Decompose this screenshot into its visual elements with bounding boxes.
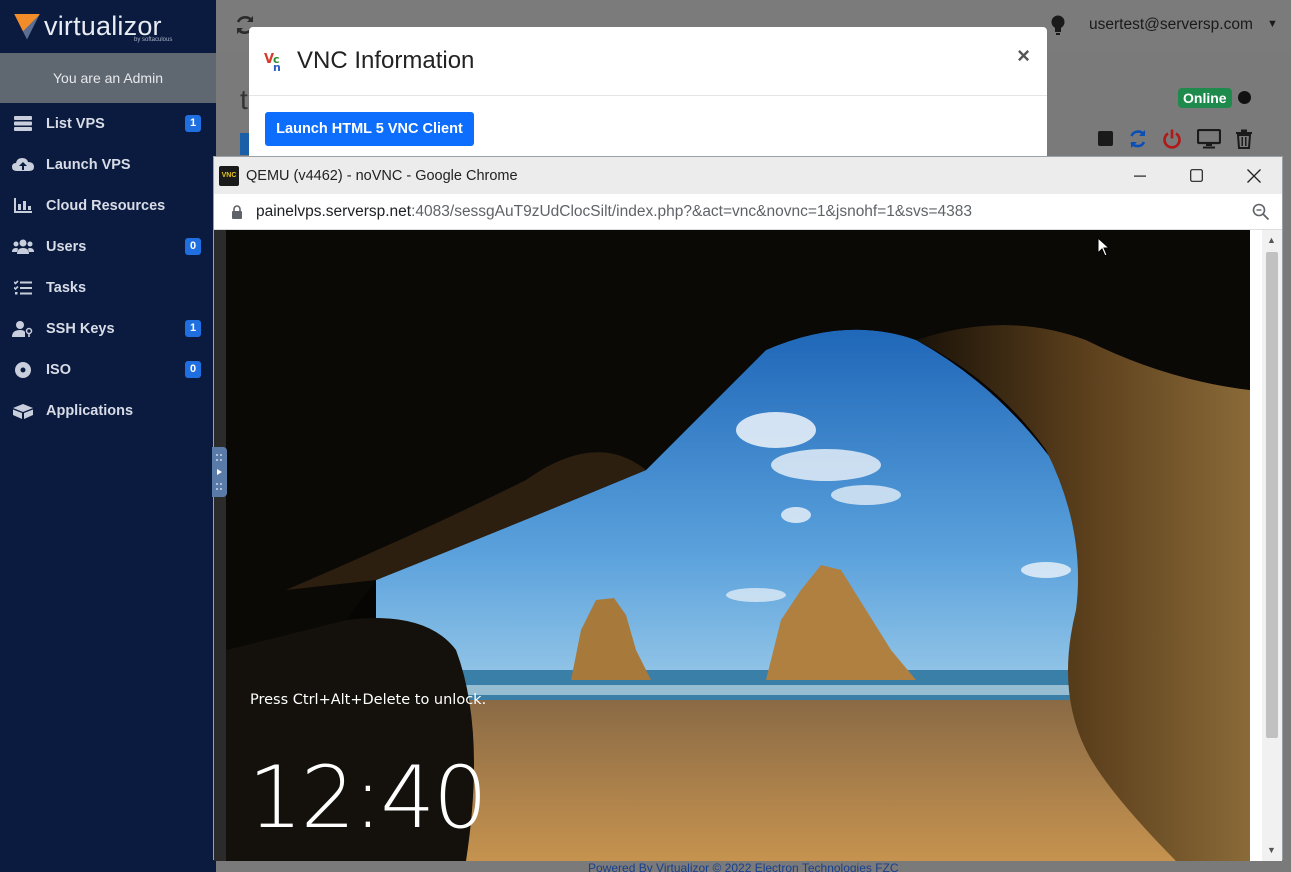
sidebar-item-ssh-keys[interactable]: SSH Keys 1 [0,308,216,349]
vertical-scrollbar[interactable]: ▲ ▼ [1262,230,1282,861]
user-key-icon [12,320,34,337]
sidebar-item-iso[interactable]: ISO 0 [0,349,216,390]
minimize-icon[interactable] [1117,157,1163,194]
url-host: painelvps.serversp.net [256,202,412,220]
scroll-up-icon[interactable]: ▲ [1267,235,1276,245]
vnc-info-modal: V c n VNC Information × Launch HTML 5 VN… [249,27,1047,167]
count-badge: 1 [185,320,201,337]
monitor-icon[interactable] [1196,128,1222,149]
sidebar: virtualizor by softaculous You are an Ad… [0,0,216,872]
sidebar-item-label: Applications [46,402,134,419]
lock-icon[interactable] [231,204,243,219]
sidebar-item-label: Cloud Resources [46,197,166,214]
virtualizor-logo-icon [14,13,40,40]
novnc-control-bar-handle[interactable] [212,447,227,497]
close-icon[interactable]: × [1017,43,1030,69]
restart-icon[interactable] [1128,129,1148,149]
vnc-remote-screen[interactable]: Press Ctrl+Alt+Delete to unlock. 12:40 [226,230,1250,861]
sidebar-item-users[interactable]: Users 0 [0,226,216,267]
sidebar-nav: List VPS 1 Launch VPS Cloud Resources Us… [0,103,216,431]
lightbulb-icon[interactable] [1051,15,1065,35]
maximize-icon[interactable] [1173,157,1219,194]
sidebar-item-launch-vps[interactable]: Launch VPS [0,144,216,185]
lockscreen-clock: 12:40 [248,748,488,848]
sidebar-item-cloud-resources[interactable]: Cloud Resources [0,185,216,226]
clock-icon [1238,91,1251,104]
brand-logo[interactable]: virtualizor by softaculous [0,0,216,53]
address-bar[interactable]: painelvps.serversp.net:4083/sessgAuT9zUd… [214,194,1282,230]
trash-icon[interactable] [1234,129,1254,149]
count-badge: 0 [185,361,201,378]
sidebar-item-label: List VPS [46,115,105,132]
disc-icon [12,361,34,378]
footer-credit[interactable]: Powered By Virtualizor © 2022 Electron T… [588,861,899,872]
tasks-icon [12,280,34,296]
unlock-hint: Press Ctrl+Alt+Delete to unlock. [250,692,487,708]
boxes-icon [12,403,34,419]
brand-name: virtualizor [44,11,162,41]
count-badge: 1 [185,115,201,132]
modal-title: VNC Information [297,47,475,74]
vnc-viewport[interactable]: Press Ctrl+Alt+Delete to unlock. 12:40 ▲… [214,230,1282,861]
stop-icon[interactable] [1096,129,1116,149]
close-window-icon[interactable] [1231,157,1277,194]
bar-chart-icon [12,198,34,214]
power-icon[interactable] [1162,129,1182,149]
status-badge: Online [1178,88,1232,108]
sidebar-item-applications[interactable]: Applications [0,390,216,431]
server-icon [12,116,34,132]
count-badge: 0 [185,238,201,255]
window-title-bar[interactable]: VNC QEMU (v4462) - noVNC - Google Chrome [214,157,1282,194]
sidebar-item-list-vps[interactable]: List VPS 1 [0,103,216,144]
brand-sub: by softaculous [134,37,173,43]
svg-text:n: n [273,61,281,72]
url-path: :4083/sessgAuT9zUdClocSilt/index.php?&ac… [411,202,973,220]
scrollbar-thumb[interactable] [1266,252,1278,738]
scroll-down-icon[interactable]: ▼ [1267,845,1276,855]
cloud-upload-icon [12,157,34,173]
sidebar-item-label: SSH Keys [46,320,115,337]
launch-html5-vnc-button[interactable]: Launch HTML 5 VNC Client [265,112,474,146]
sidebar-item-label: Users [46,238,87,255]
vnc-side-strip [214,230,226,861]
page-title: t [240,84,248,115]
caret-down-icon[interactable]: ▼ [1267,18,1278,30]
sidebar-item-label: Launch VPS [46,156,131,173]
modal-header: V c n VNC Information [249,27,1047,96]
vnc-favicon-icon: VNC [219,165,239,186]
chrome-popup-window: VNC QEMU (v4462) - noVNC - Google Chrome… [213,156,1283,861]
mouse-cursor-icon [1097,236,1111,257]
user-menu[interactable]: usertest@serversp.com [1089,16,1253,34]
users-icon [12,239,34,255]
admin-notice: You are an Admin [0,53,216,103]
sidebar-item-label: ISO [46,361,71,378]
sidebar-item-tasks[interactable]: Tasks [0,267,216,308]
sidebar-item-label: Tasks [46,279,87,296]
zoom-icon[interactable] [1252,203,1270,221]
vnc-logo-icon: V c n [264,50,286,74]
window-title: QEMU (v4462) - noVNC - Google Chrome [246,167,518,184]
